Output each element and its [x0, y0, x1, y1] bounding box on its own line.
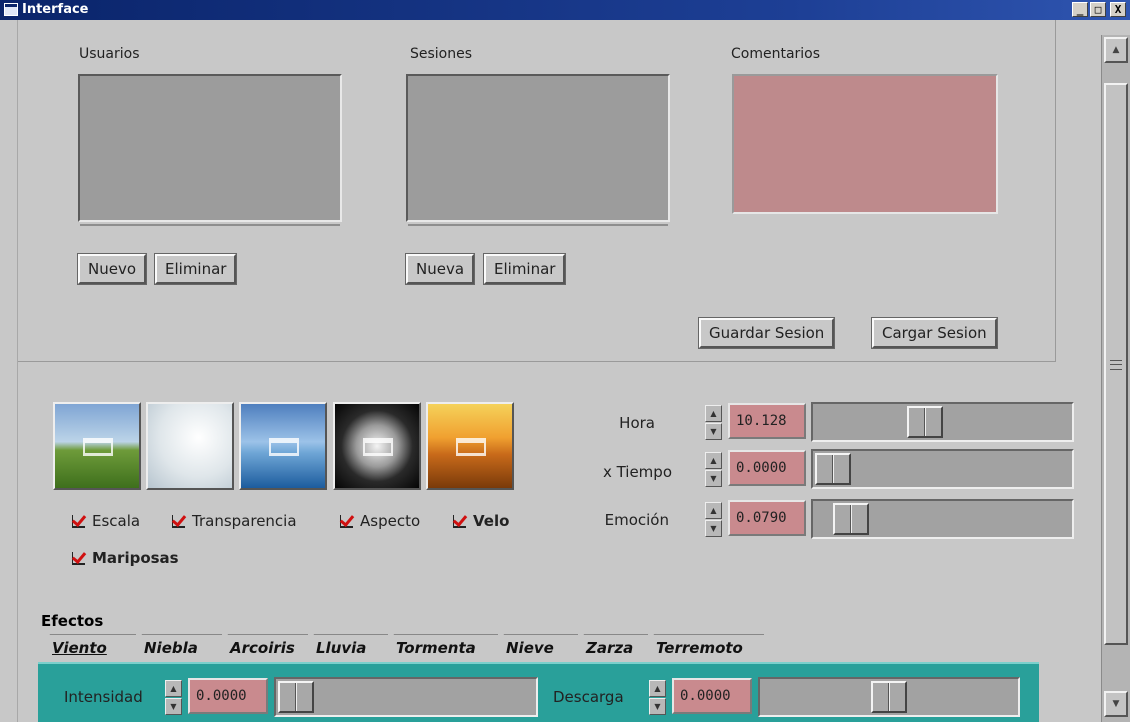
tab-viento[interactable]: Viento	[38, 634, 136, 660]
emocion-spinner[interactable]: ▲ ▼	[705, 502, 722, 538]
vertical-scrollbar[interactable]: ▲ ▼	[1101, 35, 1130, 722]
hora-slider[interactable]	[811, 402, 1074, 442]
checkbox-checked-icon	[72, 551, 85, 565]
comments-textarea[interactable]	[732, 74, 998, 214]
minimize-button[interactable]: _	[1072, 2, 1088, 17]
spin-down-icon[interactable]: ▼	[649, 698, 666, 715]
users-label: Usuarios	[79, 46, 140, 62]
tab-zarza[interactable]: Zarza	[572, 634, 648, 660]
new-session-button[interactable]: Nueva	[404, 253, 476, 285]
descarga-slider[interactable]	[758, 677, 1020, 717]
tab-niebla[interactable]: Niebla	[130, 634, 222, 660]
tab-terremoto[interactable]: Terremoto	[642, 634, 764, 660]
mariposas-label: Mariposas	[92, 549, 179, 567]
new-user-button[interactable]: Nuevo	[76, 253, 148, 285]
window-icon	[4, 3, 18, 16]
tab-lluvia[interactable]: Lluvia	[302, 634, 388, 660]
scene-water-icon[interactable]	[239, 402, 327, 490]
spin-up-icon[interactable]: ▲	[705, 502, 722, 519]
hora-spinner[interactable]: ▲ ▼	[705, 405, 722, 441]
sessions-label: Sesiones	[410, 46, 473, 62]
transparencia-label: Transparencia	[192, 512, 297, 530]
users-list[interactable]	[78, 74, 342, 226]
temple-icon	[363, 438, 393, 456]
spin-down-icon[interactable]: ▼	[705, 470, 722, 487]
hora-field[interactable]: 10.128	[728, 403, 806, 439]
tab-nieve[interactable]: Nieve	[492, 634, 578, 660]
close-button[interactable]: X	[1110, 2, 1126, 17]
intensidad-slider-handle[interactable]	[278, 681, 314, 713]
checkbox-checked-icon	[172, 514, 185, 528]
emocion-slider[interactable]	[811, 499, 1074, 539]
spin-down-icon[interactable]: ▼	[165, 698, 182, 715]
scene-meadow-icon[interactable]	[53, 402, 141, 490]
emocion-field[interactable]: 0.0790	[728, 500, 806, 536]
mariposas-checkbox[interactable]: Mariposas	[72, 549, 179, 567]
intensidad-field[interactable]: 0.0000	[188, 678, 268, 714]
effects-label: Efectos	[41, 612, 104, 630]
intensidad-slider[interactable]	[274, 677, 538, 717]
tiempo-field[interactable]: 0.0000	[728, 450, 806, 486]
temple-icon	[269, 438, 299, 456]
velo-label: Velo	[473, 512, 510, 530]
aspecto-label: Aspecto	[360, 512, 421, 530]
scene-snow-icon[interactable]	[146, 402, 234, 490]
window-title: Interface	[22, 2, 89, 17]
delete-session-button[interactable]: Eliminar	[482, 253, 567, 285]
scene-night-icon[interactable]	[333, 402, 421, 490]
intensidad-label: Intensidad	[64, 688, 143, 706]
sessions-list[interactable]	[406, 74, 670, 226]
spin-up-icon[interactable]: ▲	[649, 680, 666, 697]
tiempo-slider[interactable]	[811, 449, 1074, 489]
checkbox-checked-icon	[340, 514, 353, 528]
emocion-label: Emoción	[604, 511, 669, 529]
hora-slider-handle[interactable]	[906, 406, 943, 438]
tiempo-label: x Tiempo	[602, 463, 672, 481]
descarga-slider-handle[interactable]	[871, 681, 907, 713]
scrollbar-thumb[interactable]	[1104, 83, 1128, 645]
descarga-field[interactable]: 0.0000	[672, 678, 752, 714]
tiempo-slider-handle[interactable]	[815, 453, 851, 485]
escala-checkbox[interactable]: Escala	[72, 512, 140, 530]
tab-tormenta[interactable]: Tormenta	[382, 634, 498, 660]
aspecto-checkbox[interactable]: Aspecto	[340, 512, 420, 530]
descarga-label: Descarga	[553, 688, 624, 706]
checkbox-checked-icon	[453, 514, 466, 528]
delete-user-button[interactable]: Eliminar	[153, 253, 238, 285]
spin-down-icon[interactable]: ▼	[705, 423, 722, 440]
scroll-down-icon[interactable]: ▼	[1104, 691, 1128, 717]
save-session-button[interactable]: Guardar Sesion	[697, 317, 836, 349]
tiempo-spinner[interactable]: ▲ ▼	[705, 452, 722, 488]
grip-icon	[1110, 360, 1122, 370]
descarga-spinner[interactable]: ▲ ▼	[649, 680, 666, 716]
scene-desert-icon[interactable]	[426, 402, 514, 490]
transparencia-checkbox[interactable]: Transparencia	[172, 512, 297, 530]
load-session-button[interactable]: Cargar Sesion	[871, 317, 998, 349]
spin-up-icon[interactable]: ▲	[165, 680, 182, 697]
intensidad-spinner[interactable]: ▲ ▼	[165, 680, 182, 716]
checkbox-checked-icon	[72, 514, 85, 528]
effects-tab-panel: Intensidad ▲ ▼ 0.0000 Descarga ▲ ▼ 0.000…	[38, 662, 1039, 722]
maximize-button[interactable]: □	[1090, 2, 1106, 17]
comments-label: Comentarios	[731, 46, 821, 62]
title-bar[interactable]: Interface _ □ X	[0, 0, 1130, 20]
temple-icon	[456, 438, 486, 456]
spin-down-icon[interactable]: ▼	[705, 520, 722, 537]
emocion-slider-handle[interactable]	[832, 503, 869, 535]
hora-label: Hora	[619, 414, 655, 432]
escala-label: Escala	[92, 512, 141, 530]
tab-arcoiris[interactable]: Arcoiris	[216, 634, 308, 660]
spin-up-icon[interactable]: ▲	[705, 405, 722, 422]
temple-icon	[83, 438, 113, 456]
spin-up-icon[interactable]: ▲	[705, 452, 722, 469]
velo-checkbox[interactable]: Velo	[453, 512, 509, 530]
scroll-up-icon[interactable]: ▲	[1104, 37, 1128, 63]
